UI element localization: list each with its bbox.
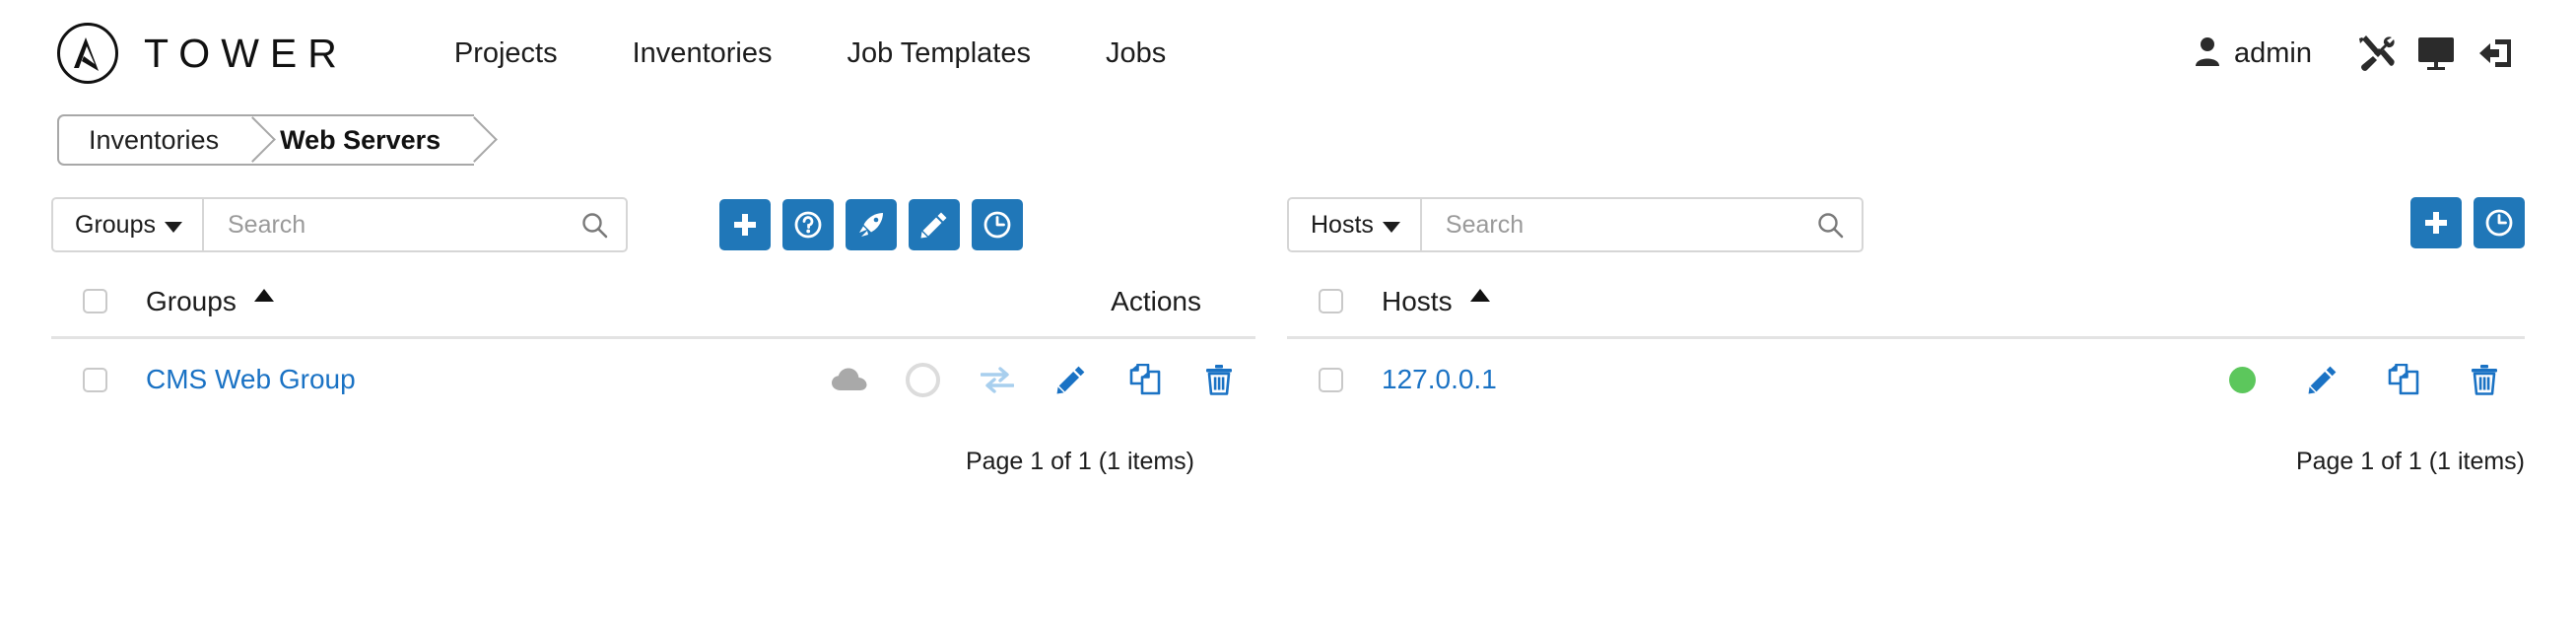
breadcrumb-bar: Inventories Web Servers [0,106,2576,179]
ansible-logo-icon [57,23,118,84]
add-host-button[interactable] [2410,197,2462,248]
edit-inventory-button[interactable] [909,199,960,250]
question-mark-icon [794,211,822,239]
settings-tools-icon[interactable] [2347,35,2407,72]
pencil-icon[interactable] [2282,365,2363,394]
content-panels: Groups Search Groups Actions CMS Web Gro… [0,197,2576,476]
hosts-row-select-cell [1287,367,1382,392]
plus-icon [2425,212,2447,234]
help-button[interactable] [782,199,834,250]
sort-ascending-icon[interactable] [1469,289,1490,302]
table-row: 127.0.0.1 [1287,339,2525,420]
sort-ascending-icon[interactable] [253,289,274,302]
pencil-icon [920,212,947,239]
hosts-select-all-cell [1287,289,1382,313]
groups-search-filter-dropdown[interactable]: Groups [53,199,204,250]
groups-actions-column-header: Actions [1111,285,1201,316]
chevron-down-icon [1382,221,1400,233]
nav-projects[interactable]: Projects [417,37,595,70]
groups-table-header: Groups Actions [51,285,1255,339]
hosts-search-filter-label: Hosts [1311,210,1374,239]
activity-stream-button[interactable] [2474,197,2525,248]
main-nav: Projects Inventories Job Templates Jobs [417,37,1203,70]
brand-wordmark: TOWER [144,30,348,76]
hosts-table: Hosts 127.0.0.1 [1287,286,2525,420]
groups-panel: Groups Search Groups Actions CMS Web Gro… [51,197,1255,476]
nav-job-templates[interactable]: Job Templates [809,37,1067,70]
logout-icon[interactable] [2466,37,2525,69]
hosts-pagination: Page 1 of 1 (1 items) [2295,448,2525,475]
table-row: CMS Web Group [51,339,1255,420]
pencil-icon[interactable] [1034,365,1108,394]
groups-select-all-checkbox[interactable] [83,289,107,313]
nav-jobs[interactable]: Jobs [1068,37,1203,70]
hosts-search-box: Hosts [1287,197,1864,252]
hosts-select-all-checkbox[interactable] [1319,289,1343,313]
breadcrumb-label: Web Servers [280,124,441,155]
hosts-panel: Hosts Search Hosts 127.0.0.1 Page 1 of 1… [1255,197,2525,476]
sync-arrows-icon[interactable] [960,366,1034,393]
hosts-search-filter-dropdown[interactable]: Hosts [1289,199,1422,250]
groups-name-column-header[interactable]: Groups [146,286,812,317]
groups-table: Groups Actions CMS Web Group [51,285,1255,420]
groups-select-all-cell [51,289,146,313]
hosts-table-header: Hosts [1287,286,2525,339]
status-ring-icon[interactable] [886,362,960,397]
group-name-link[interactable]: CMS Web Group [146,364,356,395]
add-group-button[interactable] [719,199,771,250]
top-bar-right-cluster: admin [2195,35,2525,72]
groups-action-buttons [719,199,1023,250]
hosts-search-input-wrap [1422,199,1862,250]
launch-button[interactable] [846,199,897,250]
plus-icon [734,214,756,236]
user-name-label: admin [2234,36,2312,69]
monitor-icon[interactable] [2407,36,2466,70]
trash-icon[interactable] [2444,364,2525,395]
breadcrumb: Inventories Web Servers [57,114,499,166]
groups-row-name-cell: CMS Web Group [146,364,812,395]
activity-stream-button[interactable] [972,199,1023,250]
hosts-toolbar: Hosts [1287,197,2525,252]
host-name-link[interactable]: 127.0.0.1 [1382,364,1497,395]
nav-inventories[interactable]: Inventories [595,37,810,70]
search-icon[interactable] [571,211,608,239]
groups-search-filter-label: Groups [75,210,156,239]
hosts-action-buttons [2410,197,2525,248]
user-icon [2195,36,2220,71]
groups-row-actions [812,362,1255,397]
hosts-row-checkbox[interactable] [1319,367,1343,392]
search-icon[interactable] [1806,211,1844,239]
groups-search-input-wrap [204,199,626,250]
breadcrumb-chevron-icon [451,115,499,163]
groups-pagination: Page 1 of 1 (1 items) [965,448,1194,475]
copy-icon[interactable] [2363,364,2444,395]
user-menu[interactable]: admin [2195,36,2312,71]
status-dot-icon[interactable] [2202,366,2282,393]
hosts-row-name-cell: 127.0.0.1 [1382,364,2200,395]
hosts-column-label: Hosts [1382,285,1453,316]
breadcrumb-label: Inventories [89,124,220,155]
copy-icon[interactable] [1108,364,1182,395]
trash-icon[interactable] [1182,364,1255,395]
groups-search-box: Groups [51,197,628,252]
breadcrumb-item-web-servers[interactable]: Web Servers [252,114,499,166]
groups-row-checkbox[interactable] [83,367,107,392]
breadcrumb-item-inventories[interactable]: Inventories [57,114,276,166]
groups-column-label: Groups [146,285,237,316]
groups-toolbar: Groups [51,197,1255,252]
chevron-down-icon [164,221,182,233]
clock-icon [983,211,1011,239]
hosts-name-column-header[interactable]: Hosts [1382,286,2525,317]
top-navigation-bar: TOWER Projects Inventories Job Templates… [0,0,2576,106]
cloud-sync-icon[interactable] [812,367,886,392]
groups-search-input[interactable] [225,209,571,241]
brand-logo[interactable]: TOWER [57,23,348,84]
clock-icon [2485,209,2513,237]
hosts-search-input[interactable] [1443,209,1806,241]
rocket-icon [859,213,883,237]
hosts-row-actions [2200,364,2525,395]
groups-row-select-cell [51,367,146,392]
